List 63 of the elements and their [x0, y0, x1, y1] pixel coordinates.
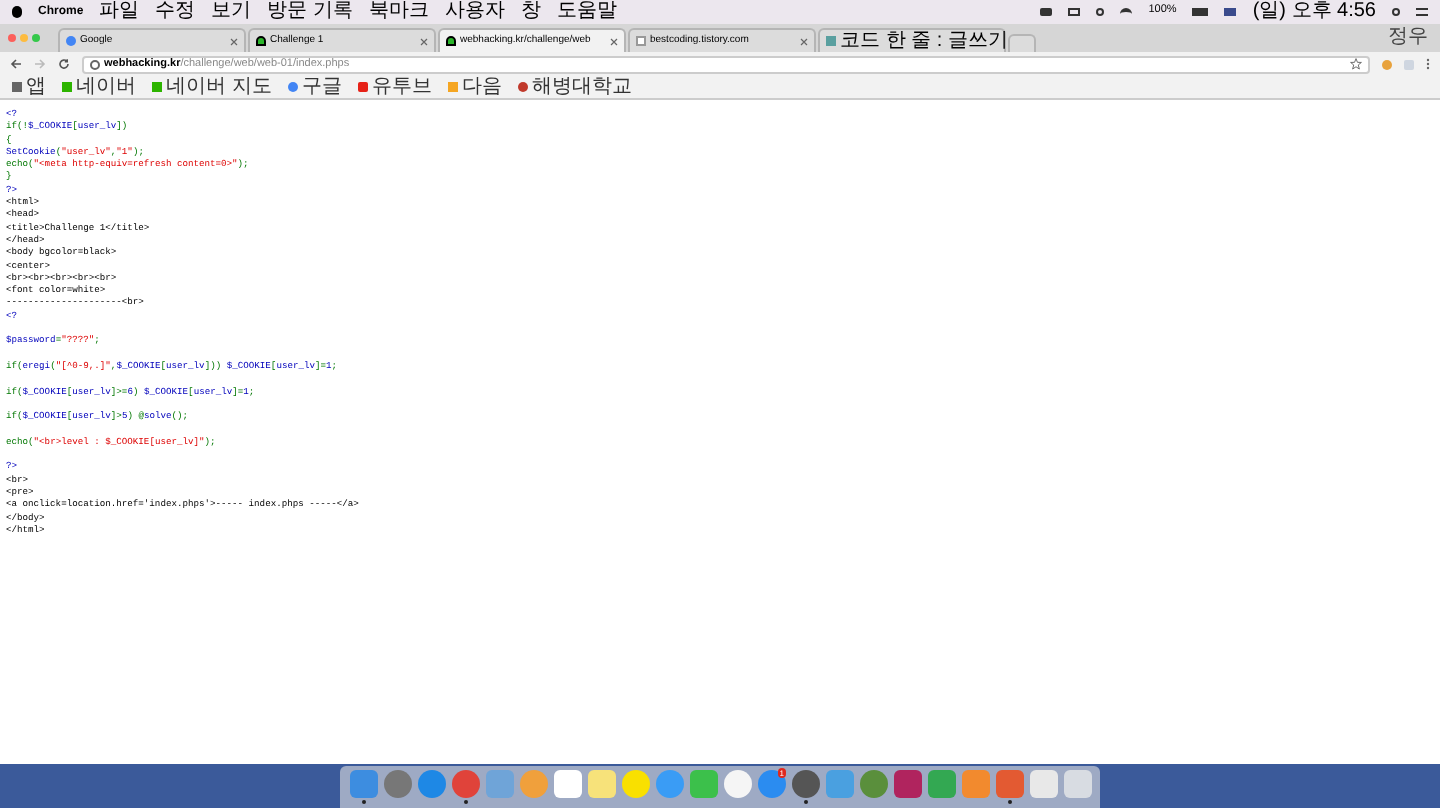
close-icon[interactable] [800, 37, 808, 45]
battery-icon[interactable] [1192, 8, 1209, 16]
bookmark[interactable]: 네이버 지도 [166, 77, 272, 97]
close-icon[interactable] [230, 37, 238, 45]
bookmark[interactable]: 구글 [301, 77, 342, 97]
profile-button[interactable]: 정우 [1388, 28, 1428, 48]
app-icon[interactable] [757, 770, 785, 798]
grid-icon [12, 82, 22, 92]
app-icon[interactable] [1063, 770, 1091, 798]
bookmark[interactable]: 앱 [26, 77, 46, 97]
extension-icon[interactable] [1382, 59, 1392, 69]
menu-item[interactable]: 방문 기록 [267, 2, 353, 22]
clock-text[interactable]: (일) 오후 4:56 [1252, 2, 1376, 22]
app-icon[interactable] [1029, 770, 1057, 798]
app-icon[interactable] [927, 770, 955, 798]
favicon-icon [357, 82, 368, 92]
close-icon[interactable] [420, 37, 428, 45]
favicon-icon [287, 82, 298, 92]
bookmark[interactable]: 해병대학교 [531, 77, 632, 97]
app-icon[interactable] [995, 770, 1023, 798]
app-icon[interactable] [621, 770, 649, 798]
app-icon[interactable] [383, 770, 411, 798]
close-icon[interactable] [610, 37, 618, 45]
favicon-icon [517, 82, 528, 92]
info-icon [90, 59, 100, 69]
app-icon[interactable] [451, 770, 479, 798]
favicon-icon [62, 82, 72, 92]
favicon-icon [446, 36, 456, 46]
bookmark[interactable]: 네이버 [76, 77, 136, 97]
tab[interactable]: 코드 한 줄 : 글쓰기 [818, 28, 1006, 52]
extension-icon[interactable] [1404, 59, 1414, 69]
favicon-icon [636, 36, 646, 46]
app-icon[interactable] [859, 770, 887, 798]
google-icon [66, 36, 76, 46]
app-icon[interactable] [791, 770, 819, 798]
app-icon[interactable] [417, 770, 445, 798]
app-icon[interactable] [893, 770, 921, 798]
menu-item[interactable]: 사용자 [444, 2, 505, 22]
menu-item[interactable]: 도움말 [556, 2, 617, 22]
minimize-window-icon[interactable] [20, 34, 28, 42]
app-icon[interactable] [553, 770, 581, 798]
app-icon[interactable] [349, 770, 377, 798]
favicon-icon [447, 82, 458, 92]
menu-item[interactable]: 보기 [211, 2, 252, 22]
bookmark[interactable]: 다음 [461, 77, 502, 97]
favicon-icon [256, 36, 266, 46]
menu-icon[interactable] [1416, 8, 1428, 16]
menu-item[interactable]: 창 [520, 2, 541, 22]
bookmark[interactable]: 유투브 [371, 77, 432, 97]
forward-icon[interactable] [34, 58, 46, 70]
menu-item[interactable]: 수정 [155, 2, 196, 22]
menu-item[interactable]: 파일 [99, 2, 140, 22]
back-icon[interactable] [10, 58, 22, 70]
app-icon[interactable] [723, 770, 751, 798]
favicon-icon [152, 82, 162, 92]
reload-icon[interactable] [58, 58, 70, 70]
star-icon[interactable] [1350, 58, 1362, 70]
app-icon[interactable] [587, 770, 615, 798]
close-window-icon[interactable] [8, 34, 16, 42]
new-tab-button[interactable] [1008, 34, 1036, 52]
menu-item[interactable]: 북마크 [368, 2, 429, 22]
favicon-icon [826, 36, 836, 46]
zoom-window-icon[interactable] [32, 34, 40, 42]
